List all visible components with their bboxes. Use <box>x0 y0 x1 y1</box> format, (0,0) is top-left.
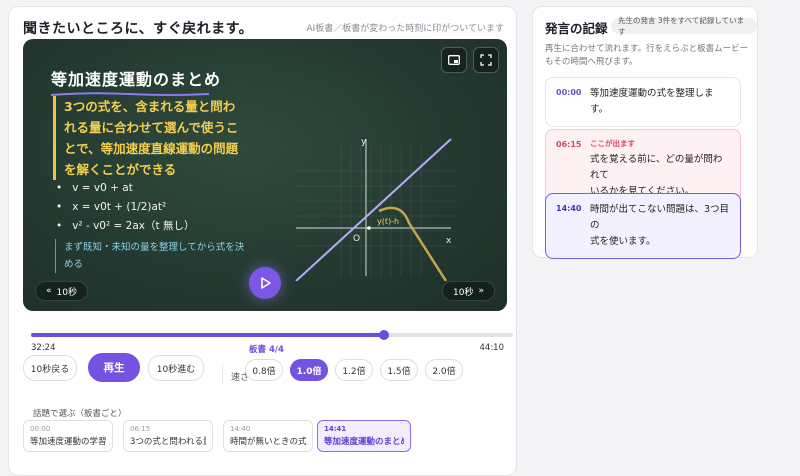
transcript-line: 式を使います。 <box>590 236 656 247</box>
topic-time: 14:41 <box>324 425 347 433</box>
play-button[interactable] <box>249 267 281 299</box>
topic-label-text: 等加速度運動の学習... <box>30 437 106 447</box>
highlight-line: 3つの式を、含まれる量と問わ <box>64 99 236 114</box>
topic-label-text: 時間が無いときの式... <box>230 437 306 447</box>
board-note: まず既知・未知の量を整理してから式を決 める <box>55 239 277 273</box>
back-10s-button[interactable]: 10秒戻る <box>23 355 77 381</box>
board-video[interactable]: 等加速度運動のまとめ 3つの式を、含まれる量と問わ れる量に合わせて選んで使うこ… <box>23 39 507 311</box>
pip-button[interactable] <box>441 47 467 73</box>
current-time: 32:24 <box>31 343 56 353</box>
formula-item: • v² - v0² = 2ax（t 無し） <box>56 217 194 236</box>
highlight-line: れる量に合わせて選んで使うこ <box>64 120 239 135</box>
progress-bar[interactable] <box>31 330 513 340</box>
topic-chip[interactable]: 14:40 時間が無いときの式... <box>223 420 313 452</box>
transcript-row-current[interactable]: 14:40 時間が出てこない問題は、3つ目の 式を使います。 <box>545 193 741 259</box>
note-line: まず既知・未知の量を整理してから式を決 <box>64 242 245 253</box>
lecture-player-card: 聞きたいところに、すぐ戻れます。 AI板書／板書が変わった時刻に印がついています… <box>8 6 517 476</box>
board-highlight: 3つの式を、含まれる量と問わ れる量に合わせて選んで使うこ とで、等加速度直線運… <box>53 96 275 180</box>
exam-tag: ここが出ます <box>590 139 635 148</box>
divider <box>222 365 223 385</box>
transcript-description: 再生に合わせて流れます。行をえらぶと板書ムービーもその時間へ飛びます。 <box>545 44 749 67</box>
speed-option[interactable]: 1.0倍 <box>290 359 328 381</box>
skip-back-button[interactable]: « 10秒 <box>35 281 88 301</box>
topic-label-text: 等加速度運動のまとめ <box>324 437 404 447</box>
forward-10s-button[interactable]: 10秒進む <box>148 355 204 381</box>
skip-back-label: 10秒 <box>56 287 77 298</box>
transcript-time: 14:40 <box>556 204 582 213</box>
board-graph: y x O y(t)-h <box>295 137 456 281</box>
transcript-line: 等加速度運動の式を整理しま <box>590 88 714 99</box>
formula-item: • x = v0t + (1/2)at² <box>56 198 194 217</box>
fullscreen-button[interactable] <box>473 47 499 73</box>
topic-chip-active[interactable]: 14:41 等加速度運動のまとめ <box>317 420 411 452</box>
rewind-icon: « <box>46 286 52 296</box>
speed-option[interactable]: 2.0倍 <box>425 359 463 381</box>
transcript-title: 発言の記録 <box>545 21 608 36</box>
total-time: 44:10 <box>479 343 505 353</box>
formula-text: v = v0 + at <box>72 182 133 194</box>
origin-label: O <box>353 234 360 244</box>
graph-line <box>295 138 452 281</box>
page-title: 聞きたいところに、すぐ戻れます。 <box>23 21 254 37</box>
x-axis-label: x <box>446 236 452 246</box>
formula-text: v² - v0² = 2ax（t 無し） <box>72 220 195 232</box>
speed-option[interactable]: 1.2倍 <box>335 359 373 381</box>
topic-chip[interactable]: 06:15 3つの式と問われる量 <box>123 420 213 452</box>
note-line: める <box>64 259 84 270</box>
y-axis-label: y <box>361 137 367 147</box>
topic-time: 06:15 <box>130 425 151 433</box>
board-title: 等加速度運動のまとめ <box>51 70 222 89</box>
speed-option[interactable]: 0.8倍 <box>245 359 283 381</box>
topic-chip[interactable]: 00:00 等加速度運動の学習... <box>23 420 113 452</box>
transcript-card: 発言の記録 先生の発言 3件をすべて記録しています 再生に合わせて流れます。行を… <box>532 6 758 259</box>
topic-time: 00:00 <box>30 425 51 433</box>
speed-option[interactable]: 1.5倍 <box>380 359 418 381</box>
progress-fill <box>31 333 385 337</box>
formula-list: • v = v0 + at • x = v0t + (1/2)at² • v² - v… <box>56 179 194 236</box>
fast-forward-icon: » <box>478 286 484 296</box>
transcript-time: 00:00 <box>556 88 582 97</box>
transcript-line: 式を覚える前に、どの量が問われて <box>590 154 723 181</box>
pip-icon <box>448 55 460 65</box>
highlight-line: を解くことができる <box>64 162 177 177</box>
formula-text: x = v0t + (1/2)at² <box>72 201 167 213</box>
play-icon <box>261 277 271 289</box>
play-toggle-button[interactable]: 再生 <box>88 353 140 382</box>
transcript-line: す。 <box>590 104 609 115</box>
transcript-line: 時間が出てこない問題は、3つ目の <box>590 204 730 231</box>
topic-label: 話題で選ぶ（板書ごと） <box>33 409 127 419</box>
header-note: AI板書／板書が変わった時刻に印がついています <box>306 24 504 34</box>
formula-item: • v = v0 + at <box>56 179 194 198</box>
curve-label: y(t)-h <box>377 217 399 226</box>
skip-forward-label: 10秒 <box>453 287 474 298</box>
transcript-time: 06:15 <box>556 140 582 149</box>
skip-forward-button[interactable]: 10秒 » <box>442 281 495 301</box>
board-position: 板書 4/4 <box>249 345 284 355</box>
transcript-badge: 先生の発言 3件をすべて記録しています <box>611 16 757 36</box>
topic-label-text: 3つの式と問われる量 <box>130 437 206 447</box>
fullscreen-icon <box>480 54 492 66</box>
highlight-line: とで、等加速度直線運動の問題 <box>64 141 239 156</box>
progress-handle[interactable] <box>379 330 390 340</box>
transcript-row[interactable]: 00:00 等加速度運動の式を整理しま す。 <box>545 77 741 127</box>
topic-time: 14:40 <box>230 425 251 433</box>
